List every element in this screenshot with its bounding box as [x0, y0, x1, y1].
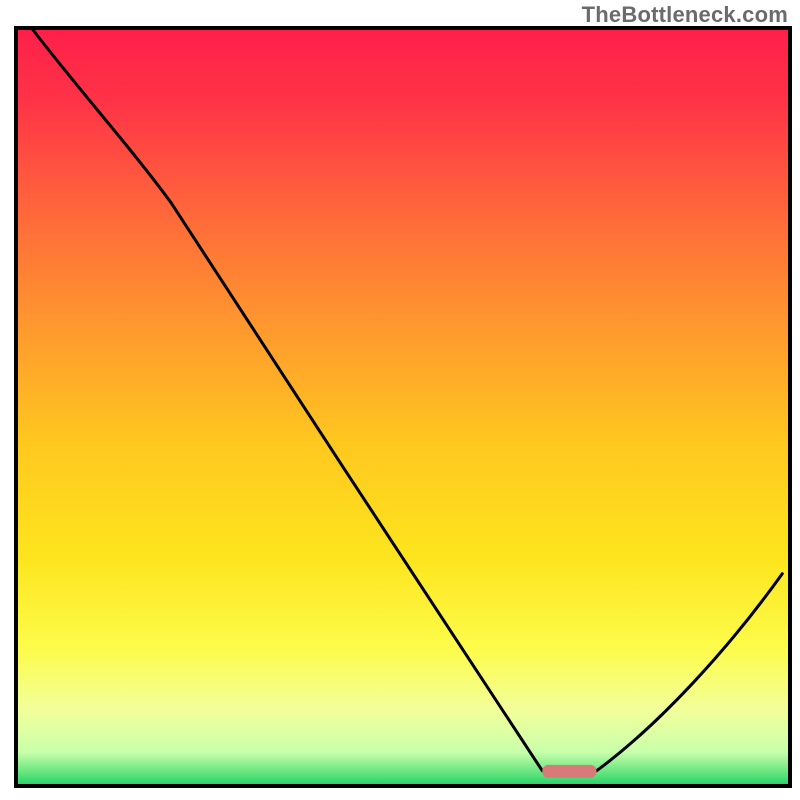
watermark-text: TheBottleneck.com: [582, 2, 788, 28]
optimum-marker: [542, 765, 596, 778]
chart-stage: TheBottleneck.com: [0, 0, 800, 800]
plot-background: [16, 28, 790, 786]
bottleneck-chart: [0, 0, 800, 800]
